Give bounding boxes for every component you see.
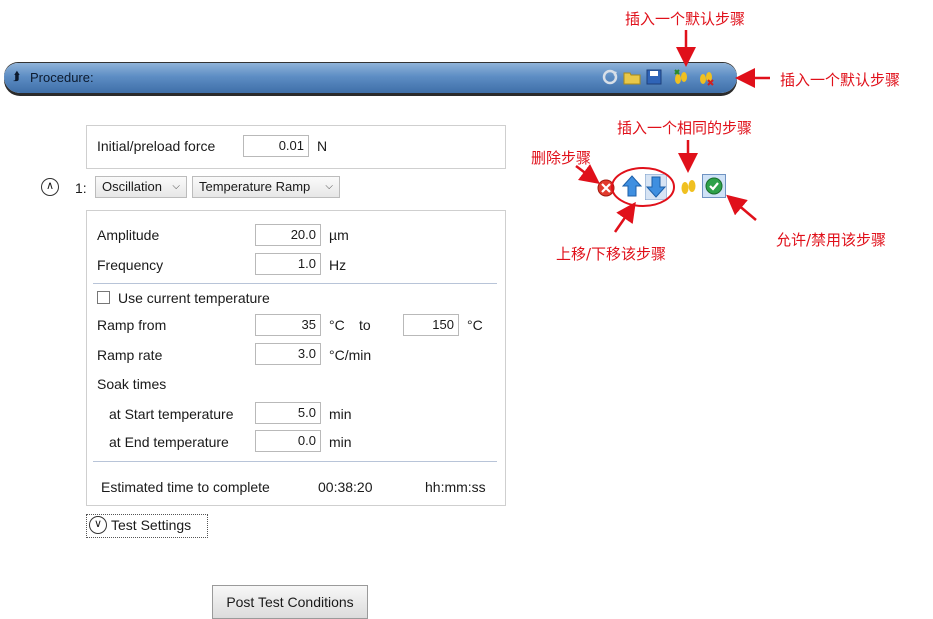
annotation-move: 上移/下移该步骤	[556, 245, 667, 263]
annotation-insert-default-top: 插入一个默认步骤	[625, 10, 746, 28]
annotation-arrows	[575, 30, 770, 233]
annotation-insert-default-right: 插入一个默认步骤	[780, 71, 901, 89]
annotation-delete: 删除步骤	[531, 149, 592, 167]
annotation-insert-same: 插入一个相同的步骤	[617, 119, 753, 137]
annotation-enable: 允许/禁用该步骤	[776, 231, 887, 249]
